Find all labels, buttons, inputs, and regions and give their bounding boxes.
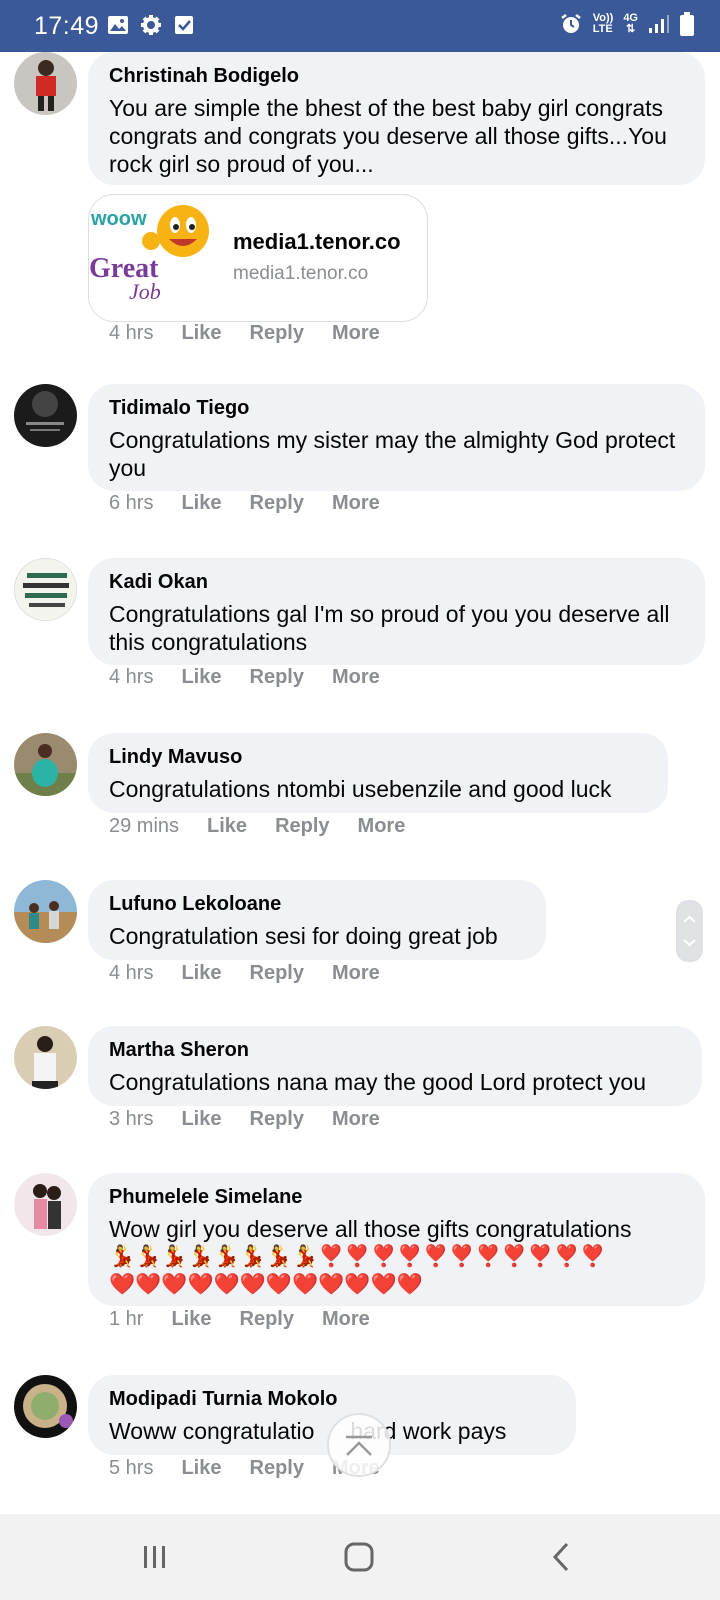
avatar[interactable] [14,384,77,447]
more-button[interactable]: More [358,815,406,838]
like-button[interactable]: Like [207,815,247,838]
4g-icon: 4G ⇅ [623,12,638,35]
system-nav-bar [0,1514,720,1600]
commenter-name[interactable]: Phumelele Simelane [109,1185,685,1209]
like-button[interactable]: Like [171,1308,211,1331]
commenter-name[interactable]: Lufuno Lekoloane [109,892,526,916]
commenter-name[interactable]: Lindy Mavuso [109,745,648,769]
comment-actions: 29 mins Like Reply More [109,815,433,838]
comment-time[interactable]: 4 hrs [109,666,153,689]
checkbox-icon [175,16,193,34]
comment-bubble[interactable]: Christinah Bodigelo You are simple the b… [88,52,705,185]
comment-actions: 6 hrs Like Reply More [109,492,408,515]
comment-text: You are simple the bhest of the best bab… [109,95,667,177]
battery-icon [680,12,694,36]
avatar[interactable] [14,880,77,943]
comment-time[interactable]: 4 hrs [109,322,153,345]
comment-actions: 3 hrs Like Reply More [109,1108,408,1131]
status-bar: 17:49 Vo)) LTE 4G ⇅ [0,0,720,52]
image-icon [108,16,128,34]
commenter-name[interactable]: Christinah Bodigelo [109,64,685,88]
comment-text: Congratulations nana may the good Lord p… [109,1069,647,1095]
more-button[interactable]: More [322,1308,370,1331]
like-button[interactable]: Like [181,666,221,689]
more-button[interactable]: More [332,492,380,515]
like-button[interactable]: Like [181,322,221,345]
fast-scroll-handle[interactable] [676,900,703,962]
comment-bubble[interactable]: Kadi Okan Congratulations gal I'm so pro… [88,558,705,665]
signal-icon [649,15,669,33]
comment-time[interactable]: 5 hrs [109,1457,153,1480]
gif-text-bot: Job [129,279,161,304]
comment-bubble[interactable]: Phumelele Simelane Wow girl you deserve … [88,1173,705,1306]
avatar[interactable] [14,1026,77,1089]
reply-button[interactable]: Reply [250,962,304,985]
gear-icon [141,15,161,35]
like-button[interactable]: Like [181,492,221,515]
avatar[interactable] [14,52,77,115]
commenter-name[interactable]: Kadi Okan [109,570,685,594]
commenter-name[interactable]: Tidimalo Tiego [109,396,685,420]
gif-thumbnail: woow Great Job [89,195,215,321]
comment-actions: 4 hrs Like Reply More [109,666,408,689]
reply-button[interactable]: Reply [250,492,304,515]
more-button[interactable]: More [332,322,380,345]
link-preview-card[interactable]: woow Great Job media1.tenor.co media1.te… [88,194,428,322]
alarm-icon [560,14,581,33]
comment-actions: 4 hrs Like Reply More [109,322,408,345]
link-domain: media1.tenor.co [233,263,369,284]
commenter-name[interactable]: Martha Sheron [109,1038,682,1062]
comment-text: Wow girl you deserve all those gifts con… [109,1216,632,1242]
comment-text-part1: Woww congratulatio [109,1418,315,1444]
comment-actions: 4 hrs Like Reply More [109,962,408,985]
status-right-icons: Vo)) LTE 4G ⇅ [559,12,694,36]
avatar[interactable] [14,1173,77,1236]
avatar[interactable] [14,733,77,796]
comment-time[interactable]: 4 hrs [109,962,153,985]
reply-button[interactable]: Reply [240,1308,294,1331]
comment-text: Congratulation sesi for doing great job [109,923,498,949]
more-button[interactable]: More [332,962,380,985]
scroll-to-top-button[interactable] [327,1413,391,1477]
chevron-up-icon [346,1435,372,1456]
commenter-name[interactable]: Modipadi Turnia Mokolo [109,1387,556,1411]
more-button[interactable]: More [332,1108,380,1131]
avatar[interactable] [14,1375,77,1438]
volte-icon: Vo)) LTE [593,13,614,35]
like-button[interactable]: Like [181,1457,221,1480]
reply-button[interactable]: Reply [250,322,304,345]
comment-time[interactable]: 6 hrs [109,492,153,515]
comment-text: Congratulations gal I'm so proud of you … [109,601,670,655]
emoji-line-2: ❤️❤️❤️❤️❤️❤️❤️❤️❤️❤️❤️❤️ [109,1273,423,1296]
status-time: 17:49 [34,12,100,40]
reply-button[interactable]: Reply [250,666,304,689]
comments-list[interactable]: Christinah Bodigelo You are simple the b… [0,52,720,1514]
avatar[interactable] [14,558,77,621]
comment-text: Congratulations ntombi usebenzile and go… [109,776,612,802]
comment-time[interactable]: 29 mins [109,815,179,838]
like-button[interactable]: Like [181,962,221,985]
comment-bubble[interactable]: Lufuno Lekoloane Congratulation sesi for… [88,880,546,960]
comment-bubble[interactable]: Martha Sheron Congratulations nana may t… [88,1026,702,1106]
emoji-line-1: 💃💃💃💃💃💃💃💃❣️❣️❣️❣️❣️❣️❣️❣️❣️❣️❣️ [109,1245,606,1268]
reply-button[interactable]: Reply [250,1108,304,1131]
reply-button[interactable]: Reply [250,1457,304,1480]
gif-text-top: woow [90,208,147,230]
recent-apps-icon[interactable] [140,1544,170,1570]
comment-time[interactable]: 3 hrs [109,1108,153,1131]
comment-text: Congratulations my sister may the almigh… [109,427,676,481]
comment-actions: 1 hr Like Reply More [109,1308,398,1331]
like-button[interactable]: Like [181,1108,221,1131]
reply-button[interactable]: Reply [275,815,329,838]
link-title[interactable]: media1.tenor.co [233,229,401,255]
volte-label-bottom: LTE [592,23,613,35]
more-button[interactable]: More [332,666,380,689]
back-icon[interactable] [550,1542,572,1572]
comment-bubble[interactable]: Lindy Mavuso Congratulations ntombi useb… [88,733,668,813]
comment-time[interactable]: 1 hr [109,1308,143,1331]
home-icon[interactable] [344,1542,374,1572]
comment-bubble[interactable]: Tidimalo Tiego Congratulations my sister… [88,384,705,491]
